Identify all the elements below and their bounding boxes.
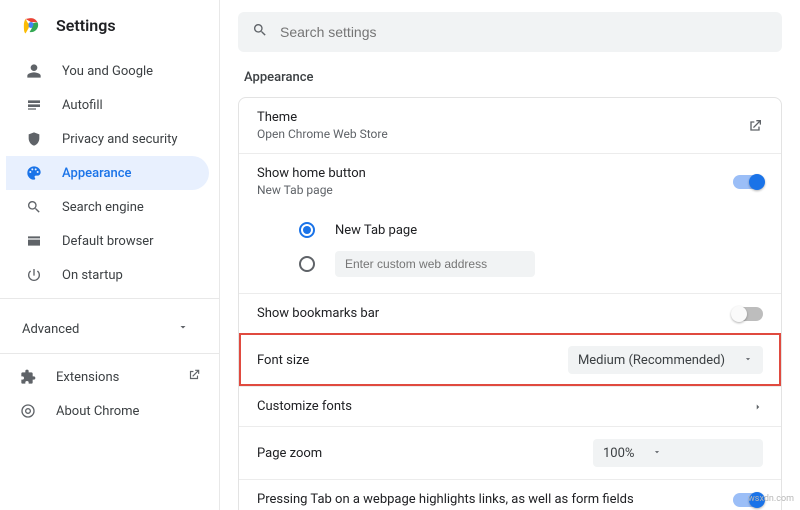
open-external-icon — [187, 368, 201, 386]
row-font-size: Font size Medium (Recommended) — [239, 333, 781, 386]
sidebar-item-on-startup[interactable]: On startup — [6, 258, 209, 292]
row-title: Pressing Tab on a webpage highlights lin… — [257, 492, 733, 507]
sidebar-item-label: You and Google — [62, 64, 153, 79]
sidebar-item-appearance[interactable]: Appearance — [6, 156, 209, 190]
settings-search-input[interactable] — [280, 24, 768, 40]
sidebar-item-label: Default browser — [62, 234, 154, 249]
sidebar-item-label: Extensions — [56, 370, 119, 385]
person-icon — [24, 63, 44, 79]
open-external-icon[interactable] — [747, 118, 763, 134]
chevron-down-icon — [652, 446, 662, 461]
power-icon — [24, 267, 44, 283]
row-title: Page zoom — [257, 446, 593, 461]
row-show-home-button: Show home button New Tab page — [239, 153, 781, 209]
sidebar-item-about-chrome[interactable]: About Chrome — [0, 394, 219, 428]
select-value: Medium (Recommended) — [578, 353, 725, 368]
chevron-down-icon — [743, 353, 753, 368]
sidebar-nav: You and Google Autofill Privacy and secu… — [0, 52, 219, 292]
row-theme[interactable]: Theme Open Chrome Web Store — [239, 98, 781, 153]
toggle-bookmarks-bar[interactable] — [733, 307, 763, 321]
sidebar-item-you-and-google[interactable]: You and Google — [6, 54, 209, 88]
row-show-bookmarks-bar: Show bookmarks bar — [239, 293, 781, 333]
sidebar-item-label: On startup — [62, 268, 123, 283]
radio-option-newtab[interactable]: New Tab page — [299, 213, 763, 247]
row-subtitle: New Tab page — [257, 183, 733, 197]
chevron-right-icon — [753, 402, 763, 412]
row-title: Customize fonts — [257, 399, 753, 414]
section-title: Appearance — [244, 70, 782, 85]
main-content: Appearance Theme Open Chrome Web Store S… — [220, 0, 800, 510]
radio-option-custom-url[interactable] — [299, 247, 763, 281]
settings-search[interactable] — [238, 12, 782, 52]
sidebar-advanced[interactable]: Advanced — [0, 311, 219, 347]
toggle-show-home-button[interactable] — [733, 175, 763, 189]
watermark: wsxdn.com — [748, 494, 794, 504]
shield-icon — [24, 131, 44, 147]
sidebar-item-label: Search engine — [62, 200, 144, 215]
appearance-card: Theme Open Chrome Web Store Show home bu… — [238, 97, 782, 510]
sidebar-item-extensions[interactable]: Extensions — [0, 360, 219, 394]
appearance-icon — [24, 165, 44, 181]
radio-label: New Tab page — [335, 223, 417, 238]
row-title: Font size — [257, 353, 568, 368]
row-customize-fonts[interactable]: Customize fonts — [239, 386, 781, 426]
sidebar-item-label: Appearance — [62, 166, 131, 181]
chevron-down-icon — [177, 321, 189, 337]
custom-url-input[interactable] — [335, 251, 535, 277]
row-tab-highlight: Pressing Tab on a webpage highlights lin… — [239, 479, 781, 510]
sidebar-item-search-engine[interactable]: Search engine — [6, 190, 209, 224]
sidebar-item-label: Privacy and security — [62, 132, 178, 147]
chrome-outline-icon — [18, 403, 38, 419]
divider — [0, 353, 219, 354]
chrome-logo-icon — [20, 14, 42, 36]
select-page-zoom[interactable]: 100% — [593, 439, 763, 467]
sidebar-item-autofill[interactable]: Autofill — [6, 88, 209, 122]
home-button-options: New Tab page — [239, 209, 781, 293]
search-icon — [24, 199, 44, 215]
radio-icon — [299, 222, 315, 238]
browser-icon — [24, 233, 44, 249]
sidebar-header: Settings — [0, 14, 219, 52]
sidebar-item-label: About Chrome — [56, 404, 139, 419]
search-icon — [252, 22, 268, 42]
row-title: Show home button — [257, 166, 733, 181]
row-subtitle: Open Chrome Web Store — [257, 127, 747, 141]
page-title: Settings — [56, 16, 116, 35]
extensions-icon — [18, 369, 38, 385]
sidebar-item-privacy-security[interactable]: Privacy and security — [6, 122, 209, 156]
advanced-label: Advanced — [22, 322, 79, 337]
row-page-zoom: Page zoom 100% — [239, 426, 781, 479]
sidebar: Settings You and Google Autofill Privacy… — [0, 0, 220, 510]
select-value: 100% — [603, 446, 634, 461]
sidebar-item-default-browser[interactable]: Default browser — [6, 224, 209, 258]
sidebar-item-label: Autofill — [62, 98, 103, 113]
select-font-size[interactable]: Medium (Recommended) — [568, 346, 763, 374]
radio-icon — [299, 256, 315, 272]
autofill-icon — [24, 97, 44, 113]
row-title: Theme — [257, 110, 747, 125]
row-title: Show bookmarks bar — [257, 306, 733, 321]
divider — [0, 298, 219, 299]
